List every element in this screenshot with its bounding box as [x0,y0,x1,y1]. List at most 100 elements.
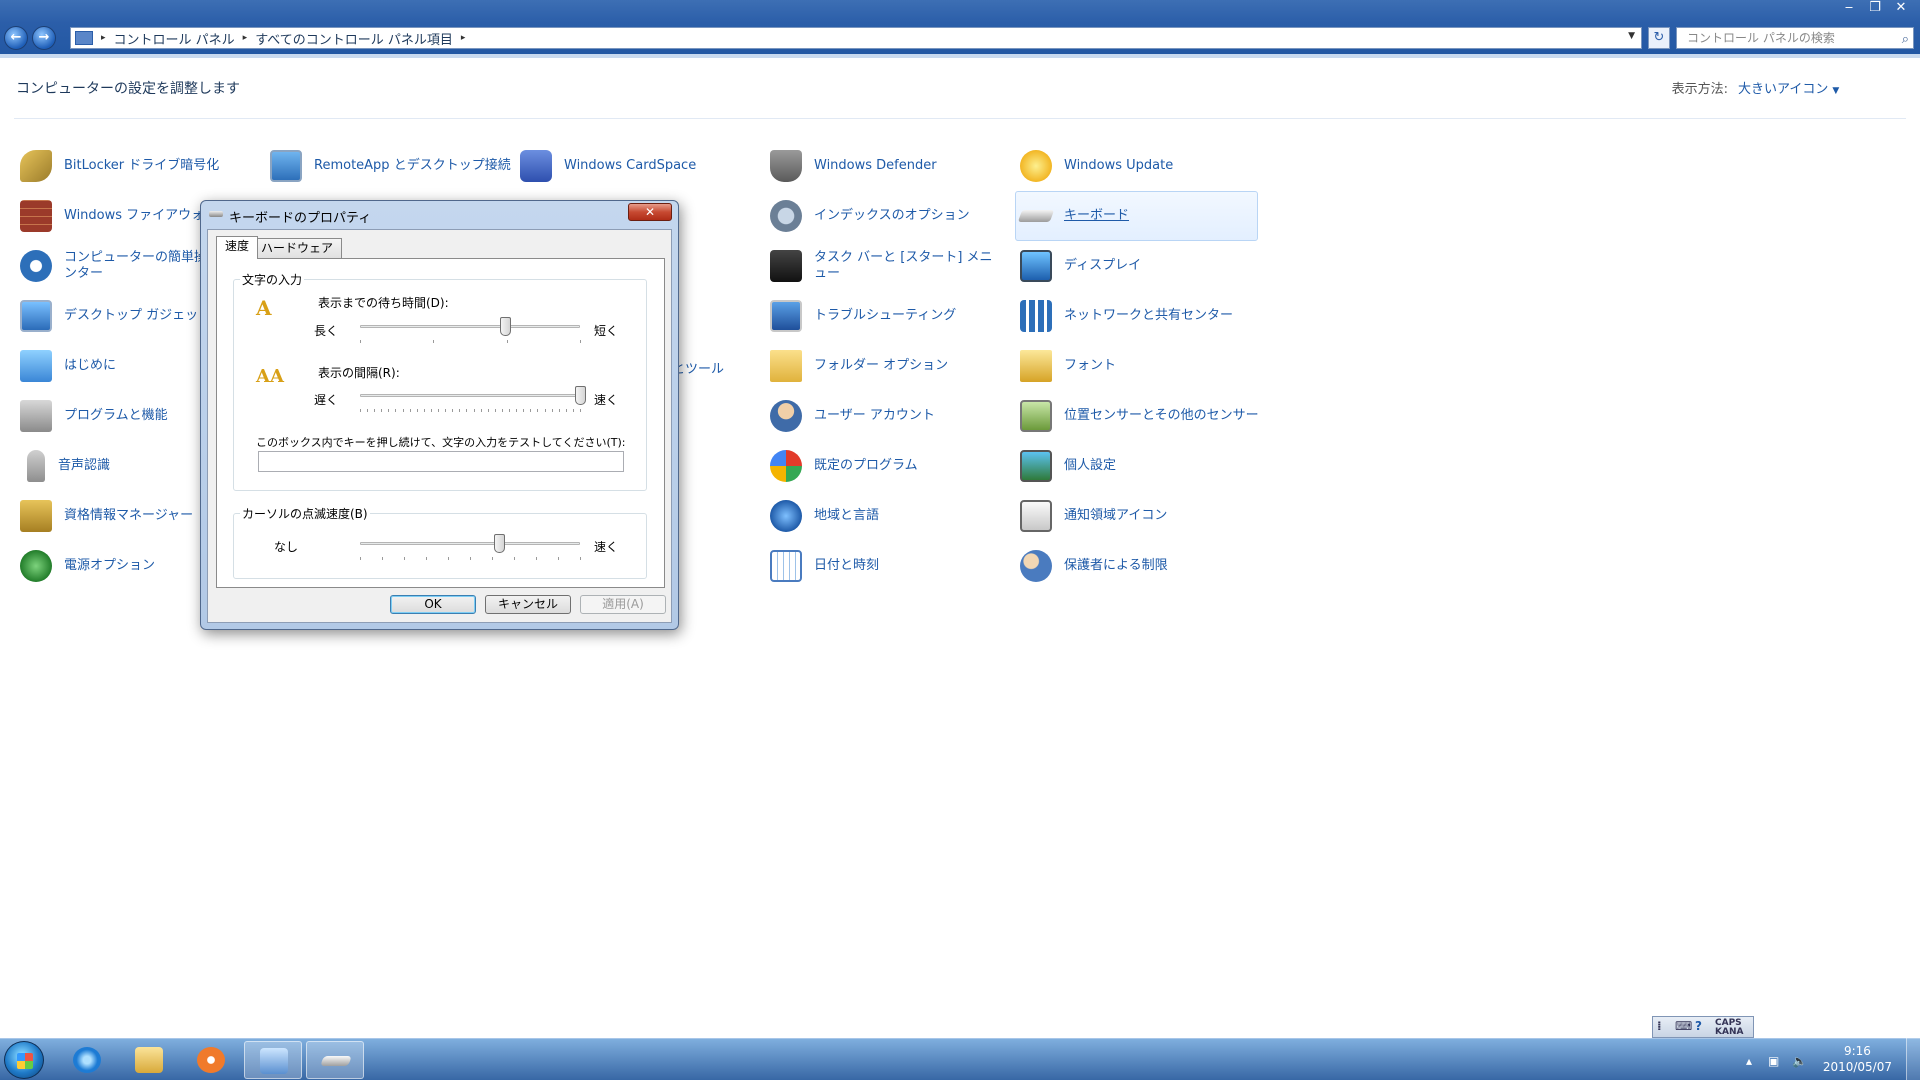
repeat-rate-slider[interactable] [360,386,586,412]
item-personalization[interactable]: 個人設定 [1016,442,1256,490]
breadcrumb-all-items[interactable]: すべてのコントロール パネル項目 [255,29,453,48]
item-keyboard[interactable]: キーボード [1015,191,1258,241]
taskbar-explorer[interactable] [120,1041,178,1079]
repeat-delay-slider[interactable] [360,317,581,343]
forward-button[interactable]: → [32,26,56,50]
ime-keyboard-icon[interactable]: ⌨ [1675,1019,1692,1033]
ime-language-bar[interactable]: ⁞ ⌨ ? CAPS KANA [1652,1016,1754,1038]
group-label: カーソルの点滅速度(B) [240,505,370,522]
network-tray-icon[interactable]: ▣ [1768,1054,1779,1068]
slider-ticks [360,557,581,561]
item-default-programs[interactable]: 既定のプログラム [766,442,1006,490]
taskbar-control-panel[interactable] [244,1041,302,1079]
slider-track [360,542,580,545]
keyboard-icon [1017,210,1055,222]
slider-tick [395,409,397,412]
clock[interactable]: 9:16 2010/05/07 [1823,1043,1892,1075]
back-button[interactable]: ← [4,26,28,50]
item-windows-update[interactable]: Windows Update [1016,142,1256,190]
slider-tick [452,409,454,412]
item-remoteapp[interactable]: RemoteApp とデスクトップ接続 [266,142,511,190]
dialog-close-button[interactable]: ✕ [628,203,672,221]
help-icon[interactable]: ? [1695,1019,1702,1033]
taskbar-keyboard[interactable] [306,1041,364,1079]
slider-tick [382,557,383,560]
item-notification[interactable]: 通知領域アイコン [1016,492,1256,540]
slider-tick [448,557,449,560]
ok-button[interactable]: OK [390,595,476,614]
chevron-down-icon[interactable]: ▼ [1628,31,1635,41]
item-folder-options[interactable]: フォルダー オプション [766,342,1006,390]
item-region[interactable]: 地域と言語 [766,492,1006,540]
item-defender[interactable]: Windows Defender [766,142,1006,190]
slider-thumb[interactable] [575,386,586,405]
personalization-icon [1020,450,1052,482]
item-label: ディスプレイ [1064,258,1142,273]
tab-hardware[interactable]: ハードウェア [252,238,343,258]
slider-tick [551,409,553,412]
item-partial-tools[interactable]: とツール [672,358,724,377]
taskbar-media-player[interactable] [182,1041,240,1079]
slider-tick [544,409,546,412]
slider-tick [580,557,581,560]
user-accounts-icon [770,400,802,432]
item-parental[interactable]: 保護者による制限 [1016,542,1256,590]
folder-icon [135,1047,163,1073]
minimize-button[interactable]: ‒ [1838,0,1860,16]
item-troubleshooting[interactable]: トラブルシューティング [766,292,1006,340]
view-by-value: 大きいアイコン [1738,82,1829,97]
slider-tick [360,340,361,343]
apply-button[interactable]: 適用(A) [580,595,666,614]
restore-button[interactable]: ❐ [1864,0,1886,16]
refresh-button[interactable]: ↻ [1648,27,1670,49]
tab-speed[interactable]: 速度 [216,236,259,259]
chevron-up-icon[interactable]: ▴ [1746,1054,1752,1068]
slider-tick [445,409,447,412]
item-bitlocker[interactable]: BitLocker ドライブ暗号化 [16,142,256,190]
repeat-rate-right-label: 速く [594,393,619,407]
item-display[interactable]: ディスプレイ [1016,242,1256,290]
item-label: フォント [1064,358,1117,373]
show-desktop-button[interactable] [1906,1038,1920,1080]
chevron-down-icon: ▼ [1832,86,1840,96]
item-label: プログラムと機能 [64,408,168,423]
chevron-right-icon: ▸ [460,33,466,43]
item-label: Windows Defender [814,158,937,173]
slider-thumb[interactable] [500,317,512,336]
network-icon [1020,300,1052,332]
close-button[interactable]: ✕ [1890,0,1912,16]
indexing-icon [770,200,802,232]
item-fonts[interactable]: フォント [1016,342,1256,390]
slider-tick [438,409,440,412]
item-user-accounts[interactable]: ユーザー アカウント [766,392,1006,440]
breadcrumb-control-panel[interactable]: コントロール パネル [114,29,235,48]
item-label: 位置センサーとその他のセンサー [1064,408,1259,423]
item-label: Windows Update [1064,158,1174,173]
start-button[interactable] [4,1041,44,1079]
slider-tick [487,409,489,412]
slider-tick [426,557,427,560]
slider-thumb[interactable] [493,534,505,553]
view-by-dropdown[interactable]: 大きいアイコン ▼ [1738,78,1839,97]
chevron-right-icon: ▸ [242,33,248,43]
internet-explorer-icon [73,1047,101,1073]
item-indexing[interactable]: インデックスのオプション [766,192,1006,240]
search-icon[interactable]: ⌕ [1902,30,1909,50]
item-cardspace[interactable]: Windows CardSpace [516,142,756,190]
repeat-test-input[interactable] [258,451,624,472]
slider-tick [473,409,475,412]
address-bar[interactable]: ▸ コントロール パネル ▸ すべてのコントロール パネル項目 ▸ ▼ [70,27,1642,49]
item-label: ユーザー アカウント [814,408,935,423]
tab-panel-speed: 文字の入力 A 表示までの待ち時間(D): 長く 短く AA 表示の間隔(R):… [216,258,665,588]
item-sensors[interactable]: 位置センサーとその他のセンサー [1016,392,1259,440]
item-network[interactable]: ネットワークと共有センター [1016,292,1256,340]
power-icon [20,550,52,582]
slider-tick [580,340,581,343]
cancel-button[interactable]: キャンセル [485,595,571,614]
taskbar-ie[interactable] [58,1041,116,1079]
volume-icon[interactable]: 🔈 [1792,1054,1807,1068]
item-date-time[interactable]: 日付と時刻 [766,542,1006,590]
item-taskbar[interactable]: タスク バーと [スタート] メニュー [766,242,1006,290]
cursor-blink-slider[interactable] [360,534,581,560]
search-input[interactable]: コントロール パネルの検索 ⌕ [1676,27,1914,49]
